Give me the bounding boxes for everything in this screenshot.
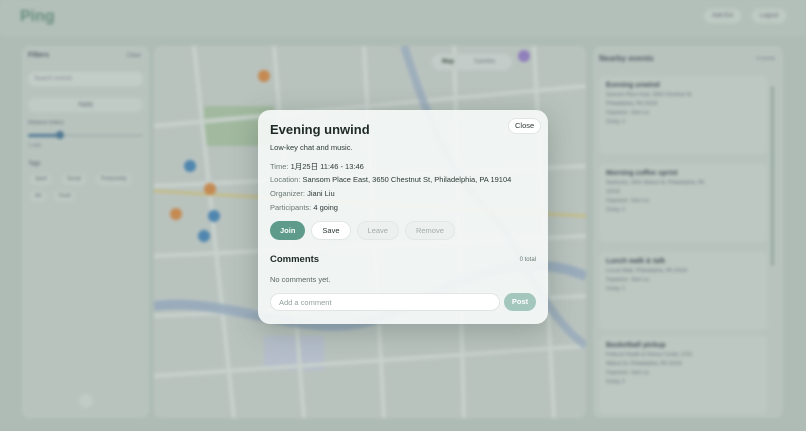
event-actions: Join Save Leave Remove — [270, 221, 455, 240]
location-value: Sansom Place East, 3650 Chestnut St, Phi… — [302, 175, 512, 184]
event-location: Location: Sansom Place East, 3650 Chestn… — [270, 175, 511, 184]
event-title: Evening unwind — [270, 122, 370, 137]
leave-button[interactable]: Leave — [356, 221, 399, 240]
comments-total: 0 total — [519, 257, 536, 263]
organizer-value: Jiani Liu — [307, 189, 335, 198]
event-detail-modal: Evening unwind Close Low-key chat and mu… — [258, 110, 548, 324]
join-button[interactable]: Join — [270, 221, 306, 240]
no-comments-text: No comments yet. — [270, 275, 331, 284]
close-button[interactable]: Close — [508, 118, 542, 134]
time-label: Time: — [270, 162, 289, 171]
remove-button[interactable]: Remove — [404, 221, 455, 240]
save-button[interactable]: Save — [311, 221, 351, 240]
event-description: Low-key chat and music. — [270, 143, 353, 152]
post-comment-button[interactable]: Post — [504, 293, 536, 311]
location-label: Location: — [270, 175, 301, 184]
event-time: Time: 1月25日 11:46 - 13:46 — [270, 161, 364, 172]
comments-title: Comments — [270, 254, 320, 265]
participants-label: Participants: — [270, 203, 312, 212]
event-organizer: Organizer: Jiani Liu — [270, 189, 335, 198]
organizer-label: Organizer: — [270, 189, 306, 198]
time-value: 1月25日 11:46 - 13:46 — [290, 162, 364, 171]
event-participants: Participants: 4 going — [270, 203, 338, 212]
participants-value: 4 going — [313, 203, 338, 212]
comment-input[interactable] — [270, 293, 500, 311]
